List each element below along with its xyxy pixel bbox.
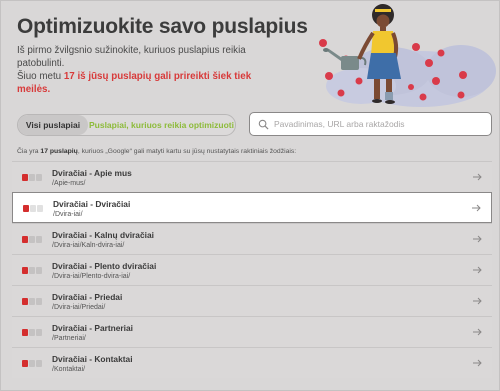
intro-line-2: Šiuo metu 17 iš jūsų puslapių gali prire…	[17, 70, 287, 96]
page-list: Dviračiai - Apie mus /Apie-mus/ Dviračia…	[12, 161, 492, 378]
page-url: /Kontaktai/	[52, 366, 86, 373]
page-row[interactable]: Dviračiai - Priedai /Dvira-iai/Priedai/	[12, 285, 492, 316]
arrow-right-icon[interactable]	[471, 326, 483, 338]
page-title-text: Dviračiai - Plento dviračiai	[52, 261, 157, 271]
page-row[interactable]: Dviračiai - Plento dviračiai /Dvira-iai/…	[12, 254, 492, 285]
score-bar	[22, 298, 42, 305]
page-url: /Apie-mus/	[52, 180, 86, 187]
page-url: /Dvira-iai/Priedai/	[52, 304, 106, 311]
arrow-right-icon[interactable]	[471, 357, 483, 369]
page-title-text: Dviračiai - Kontaktai	[52, 354, 133, 364]
page-frame: Optimizuokite savo puslapius Iš pirmo žv…	[0, 0, 500, 391]
tab-pages-to-optimize[interactable]: Puslapiai, kuriuos reikia optimizuoti	[88, 115, 235, 135]
arrow-right-icon[interactable]	[471, 171, 483, 183]
page-url: /Dvira-iai/Plento-dvira-iai/	[52, 273, 131, 280]
score-bar	[22, 360, 42, 367]
page-title-text: Dviračiai - Apie mus	[52, 168, 132, 178]
page-title: Optimizuokite savo puslapius	[17, 15, 308, 38]
intro-line-1: Iš pirmo žvilgsnio sužinokite, kuriuos p…	[17, 45, 246, 69]
page-url: /Dvira-iai/	[53, 211, 83, 218]
count-number: 17 puslapių	[40, 148, 78, 155]
intro-text: Iš pirmo žvilgsnio sužinokite, kuriuos p…	[17, 44, 287, 96]
page-row[interactable]: Dviračiai - Kalnų dviračiai /Dvira-iai/K…	[12, 223, 492, 254]
search-icon	[258, 119, 269, 130]
page-title-text: Dviračiai - Dviračiai	[53, 199, 131, 209]
score-bar	[23, 205, 43, 212]
page-url: /Dvira-iai/Kaln-dvira-iai/	[52, 242, 125, 249]
search-box[interactable]	[249, 112, 492, 136]
count-prefix: Čia yra	[17, 148, 41, 155]
arrow-right-icon[interactable]	[470, 202, 482, 214]
page-count-text: Čia yra 17 puslapių, kuriuos „Google“ ga…	[17, 148, 296, 155]
gardener-illustration	[319, 4, 496, 107]
arrow-right-icon[interactable]	[471, 295, 483, 307]
score-bar	[22, 174, 42, 181]
page-title-text: Dviračiai - Priedai	[52, 292, 123, 302]
page-filter-tabs: Visi puslapiai Puslapiai, kuriuos reikia…	[17, 114, 236, 136]
page-title-text: Dviračiai - Partneriai	[52, 323, 133, 333]
page-row[interactable]: Dviračiai - Partneriai /Partneriai/	[12, 316, 492, 347]
page-url: /Partneriai/	[52, 335, 86, 342]
score-bar	[22, 236, 42, 243]
page-row-selected[interactable]: Dviračiai - Dviračiai /Dvira-iai/	[12, 192, 492, 223]
arrow-right-icon[interactable]	[471, 264, 483, 276]
page-row[interactable]: Dviračiai - Apie mus /Apie-mus/	[12, 161, 492, 192]
page-row[interactable]: Dviračiai - Kontaktai /Kontaktai/	[12, 347, 492, 378]
count-suffix: , kuriuos „Google“ gali matyti kartu su …	[77, 148, 297, 155]
score-bar	[22, 329, 42, 336]
score-bar	[22, 267, 42, 274]
intro-line-2-prefix: Šiuo metu	[17, 71, 64, 82]
page-title-text: Dviračiai - Kalnų dviračiai	[52, 230, 154, 240]
tab-all-pages[interactable]: Visi puslapiai	[18, 115, 88, 135]
arrow-right-icon[interactable]	[471, 233, 483, 245]
search-input[interactable]	[274, 119, 474, 129]
